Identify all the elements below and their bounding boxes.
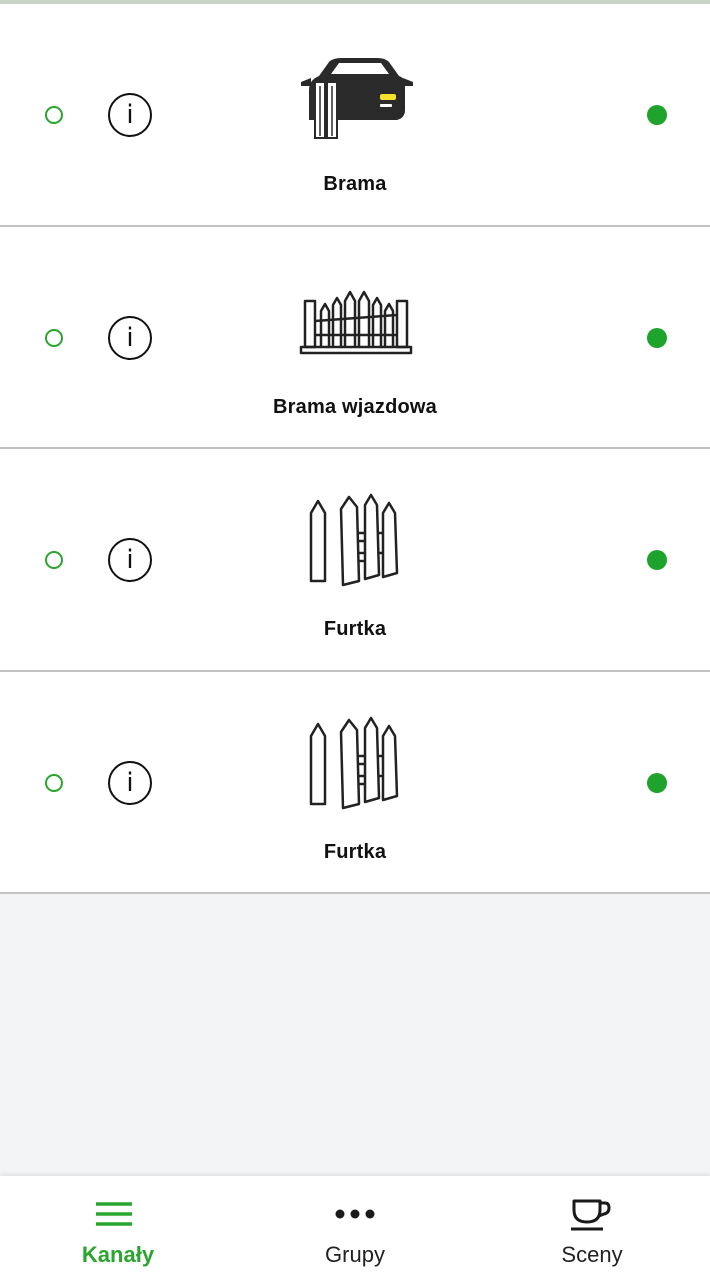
info-button[interactable]: i <box>108 315 152 360</box>
info-button[interactable]: i <box>108 538 152 582</box>
nav-label-groups: Grupy <box>325 1242 385 1267</box>
connection-dot-icon <box>647 772 667 793</box>
connection-dot-icon <box>647 327 667 348</box>
wicket-gate-icon[interactable] <box>285 716 425 816</box>
status-indicator-icon <box>45 328 63 347</box>
info-icon: i <box>126 767 134 798</box>
info-button[interactable]: i <box>108 93 152 137</box>
nav-label-scenes: Sceny <box>561 1242 623 1267</box>
channel-list: i Brama i Brama wjazdowa i Furtka i Furt… <box>0 4 710 894</box>
connection-dot-icon <box>647 550 667 570</box>
coffee-cup-icon <box>571 1199 611 1231</box>
nav-tab-scenes[interactable]: Sceny <box>474 1176 710 1280</box>
channel-item-furtka-1[interactable]: i Furtka <box>0 449 710 672</box>
connection-dot-icon <box>647 105 667 125</box>
driveway-gate-icon[interactable] <box>285 271 425 371</box>
channel-label: Furtka <box>323 618 387 640</box>
channel-item-brama[interactable]: i Brama <box>0 4 710 227</box>
info-icon: i <box>126 545 134 575</box>
more-dots-icon <box>335 1209 375 1219</box>
channel-label: Furtka <box>323 840 387 863</box>
channel-item-brama-wjazdowa[interactable]: i Brama wjazdowa <box>0 226 710 449</box>
channel-label: Brama <box>323 173 387 195</box>
nav-tab-groups[interactable]: Grupy <box>237 1176 473 1280</box>
channel-label: Brama wjazdowa <box>273 395 437 418</box>
status-indicator-icon <box>45 773 63 792</box>
info-icon: i <box>126 322 134 353</box>
status-indicator-icon <box>45 106 63 124</box>
nav-label-channels: Kanały <box>81 1242 155 1267</box>
info-button[interactable]: i <box>108 760 152 805</box>
channel-item-furtka-2[interactable]: i Furtka <box>0 671 710 894</box>
wicket-gate-icon[interactable] <box>285 493 425 593</box>
info-icon: i <box>126 100 134 130</box>
hamburger-menu-icon <box>96 1202 132 1226</box>
car-gate-icon[interactable] <box>285 48 425 148</box>
nav-tab-channels[interactable]: Kanały <box>0 1176 236 1280</box>
bottom-navigation: Kanały Grupy Sceny <box>0 1176 710 1280</box>
status-indicator-icon <box>45 551 63 569</box>
